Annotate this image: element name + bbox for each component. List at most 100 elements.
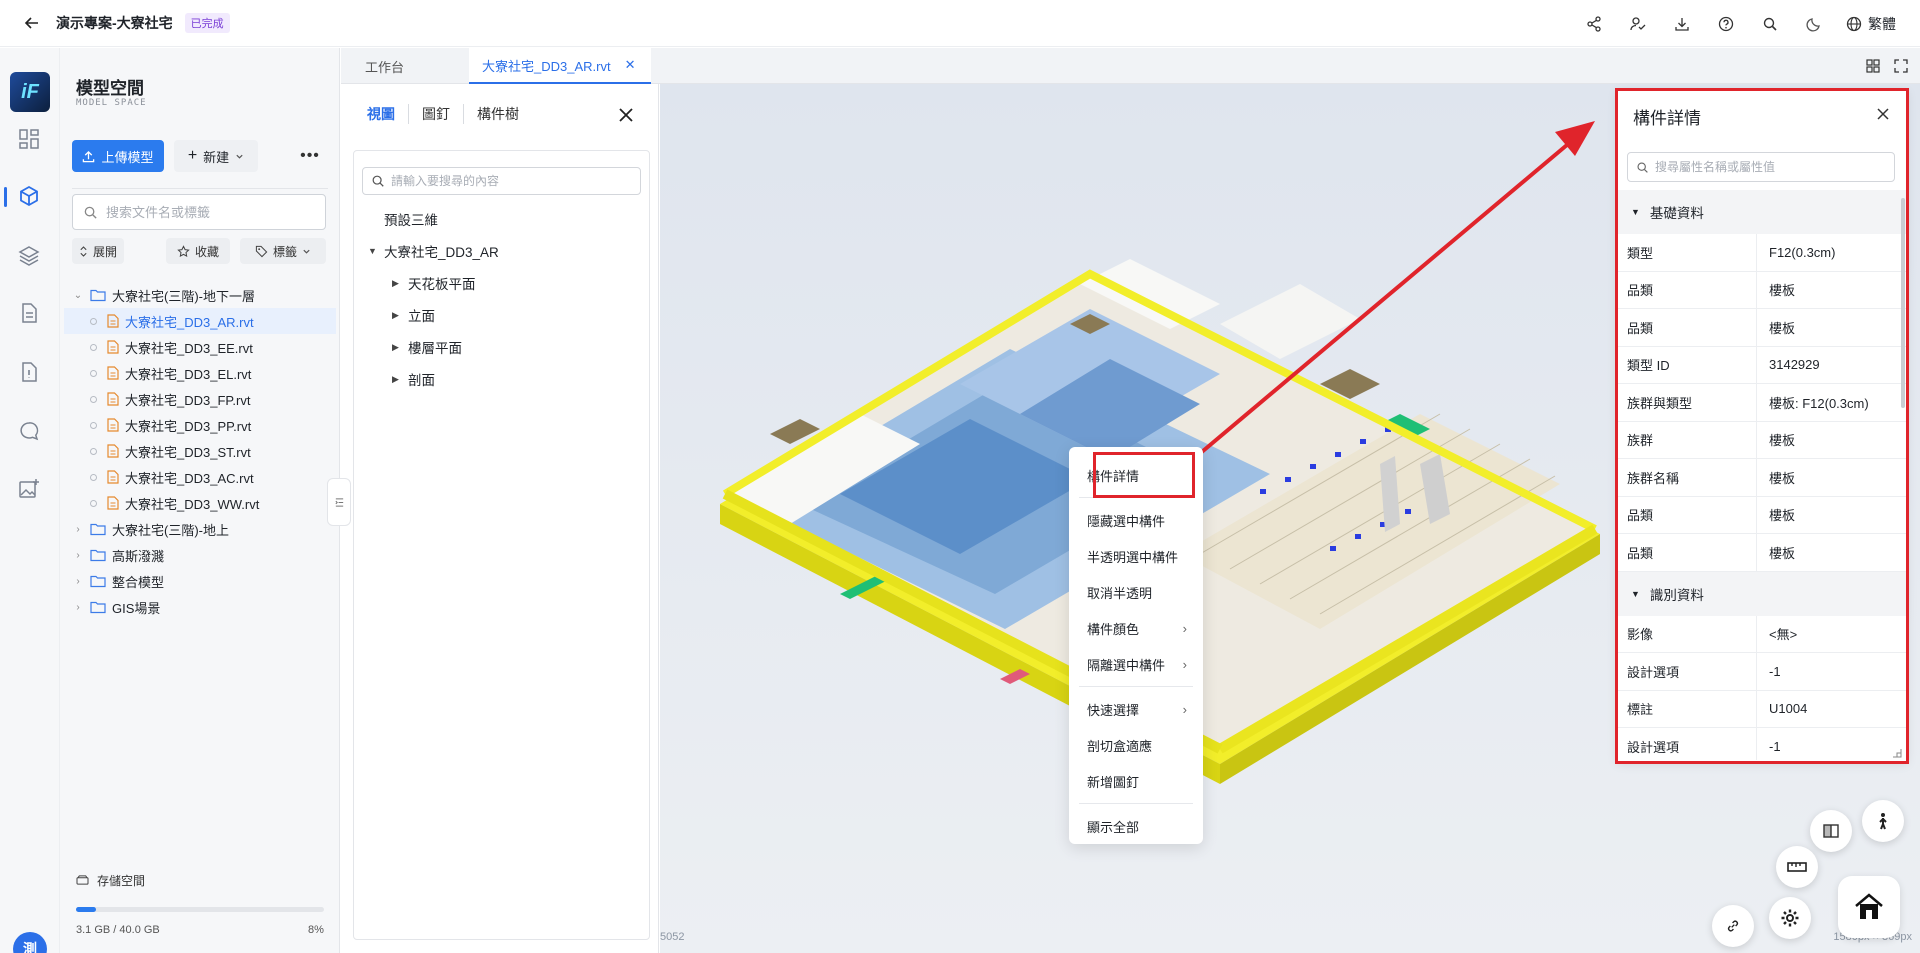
document-icon[interactable]	[18, 302, 42, 326]
close-icon[interactable]	[617, 106, 635, 124]
tree-folder[interactable]: › 整合模型	[60, 568, 340, 594]
tab-component-tree[interactable]: 構件樹	[464, 104, 532, 124]
new-button[interactable]: + 新建	[174, 140, 258, 172]
view-group[interactable]: ▶ 剖面	[354, 363, 651, 395]
view-group[interactable]: ▶ 立面	[354, 299, 651, 331]
section-header[interactable]: ▼ 識別資料	[1617, 571, 1907, 616]
top-bar: 演示專案-大寮社宅 已完成 繁體	[0, 0, 1920, 47]
language-label: 繁體	[1868, 15, 1896, 32]
dashboard-icon[interactable]	[18, 128, 42, 152]
property-key: 品類	[1617, 534, 1757, 571]
close-icon[interactable]: ✕	[625, 57, 636, 73]
menu-item-isolate-selected[interactable]: 隔離選中構件 ›	[1069, 646, 1203, 682]
menu-item-quick-select[interactable]: 快速選擇 ›	[1069, 691, 1203, 727]
more-options-icon[interactable]: •••	[296, 140, 324, 172]
favorite-chip[interactable]: 收藏	[166, 238, 230, 264]
menu-item-label: 取消半透明	[1087, 585, 1153, 601]
measure-button[interactable]	[1776, 846, 1818, 888]
view-group[interactable]: ▶ 天花板平面	[354, 267, 651, 299]
favorite-label: 收藏	[194, 244, 219, 259]
tree-file[interactable]: 大寮社宅_DD3_FP.rvt	[60, 386, 340, 412]
upload-model-button[interactable]: 上傳模型	[72, 140, 164, 172]
menu-item-label: 半透明選中構件	[1087, 549, 1179, 565]
tree-file[interactable]: 大寮社宅_DD3_AC.rvt	[60, 464, 340, 490]
avatar[interactable]: 測	[13, 932, 47, 953]
tree-folder[interactable]: › 高斯潑濺	[60, 542, 340, 568]
settings-button[interactable]	[1769, 897, 1811, 939]
section-view-button[interactable]	[1810, 810, 1852, 852]
tree-file[interactable]: 大寮社宅_DD3_EL.rvt	[60, 360, 340, 386]
dark-mode-icon[interactable]	[1792, 0, 1836, 47]
layers-icon[interactable]	[18, 244, 42, 268]
close-icon[interactable]	[1875, 106, 1891, 122]
menu-item-show-all[interactable]: 顯示全部	[1069, 808, 1203, 844]
tree-file-selected[interactable]: 大寮社宅_DD3_AR.rvt	[64, 308, 336, 334]
chat-icon[interactable]	[18, 420, 42, 444]
tab-label: 工作台	[365, 59, 405, 75]
view-group[interactable]: ▼ 大寮社宅_DD3_AR	[354, 235, 651, 267]
language-switcher[interactable]: 繁體	[1846, 14, 1896, 34]
property-value: 樓板: F12(0.3cm)	[1769, 395, 1869, 411]
file-search-input[interactable]	[106, 204, 306, 220]
status-badge: 已完成	[184, 13, 230, 33]
tree-folder[interactable]: › 大寮社宅(三階)-地上	[60, 516, 340, 542]
search-icon[interactable]	[1748, 0, 1792, 47]
gear-icon	[1781, 909, 1799, 927]
divider	[72, 188, 328, 189]
tags-chip[interactable]: 標籤	[240, 238, 326, 264]
scrollbar[interactable]	[1901, 198, 1905, 408]
tab-pins[interactable]: 圖釘	[409, 104, 464, 124]
tab-views[interactable]: 視圖	[367, 104, 409, 124]
property-search-wrapper	[1627, 152, 1895, 182]
fullscreen-icon[interactable]	[1894, 59, 1908, 73]
tag-icon	[255, 245, 268, 257]
property-search-input[interactable]	[1655, 160, 1875, 174]
home-icon	[1855, 893, 1883, 919]
property-value: -1	[1769, 663, 1781, 679]
tree-folder[interactable]: › GIS場景	[60, 594, 340, 620]
folder-icon	[90, 549, 106, 562]
property-key: 類型 ID	[1617, 346, 1757, 383]
menu-item-hide-selected[interactable]: 隱藏選中構件	[1069, 502, 1203, 538]
download-icon[interactable]	[1660, 0, 1704, 47]
link-button[interactable]	[1712, 905, 1754, 947]
tree-file[interactable]: 大寮社宅_DD3_WW.rvt	[60, 490, 340, 516]
component-details-panel: 構件詳情 ▼ 基礎資料 類型F12(0.3cm) 品類樓板 品類樓板 類型 ID…	[1617, 90, 1907, 762]
view-item[interactable]: 預設三維	[354, 203, 651, 235]
storage-progress-fill	[76, 907, 96, 912]
tree-file-label: 大寮社宅_DD3_EE.rvt	[125, 340, 253, 356]
section-header[interactable]: ▼ 基礎資料	[1617, 190, 1907, 234]
model-space-icon[interactable]	[18, 185, 42, 209]
image-add-icon[interactable]	[18, 478, 42, 502]
view-search-input[interactable]	[391, 174, 631, 188]
menu-item-section-box-fit[interactable]: 剖切盒適應	[1069, 727, 1203, 763]
home-view-button[interactable]	[1838, 876, 1900, 938]
tab-model-file[interactable]: 大寮社宅_DD3_AR.rvt ✕	[469, 48, 651, 84]
split-view-icon[interactable]	[1866, 59, 1880, 73]
upload-icon	[83, 150, 95, 162]
tree-folder-label: 整合模型	[112, 574, 165, 590]
menu-item-component-color[interactable]: 構件顏色 ›	[1069, 610, 1203, 646]
tree-file[interactable]: 大寮社宅_DD3_EE.rvt	[60, 334, 340, 360]
tab-workbench[interactable]: 工作台	[341, 48, 441, 84]
tree-folder[interactable]: ⌄ 大寮社宅(三階)-地下一層	[60, 282, 340, 308]
status-dot-icon	[90, 395, 97, 403]
caret-right-icon: ▶	[392, 309, 399, 320]
back-arrow-icon[interactable]	[24, 15, 40, 31]
share-icon[interactable]	[1572, 0, 1616, 47]
help-icon[interactable]	[1704, 0, 1748, 47]
resize-handle-icon[interactable]	[1892, 745, 1902, 761]
tree-file[interactable]: 大寮社宅_DD3_ST.rvt	[60, 438, 340, 464]
members-icon[interactable]	[1616, 0, 1660, 47]
menu-item-semi-transparent[interactable]: 半透明選中構件	[1069, 538, 1203, 574]
first-person-button[interactable]	[1862, 800, 1904, 842]
menu-item-cancel-transparent[interactable]: 取消半透明	[1069, 574, 1203, 610]
menu-item-component-details[interactable]: 構件詳情	[1069, 457, 1203, 493]
folder-icon	[90, 289, 106, 302]
report-icon[interactable]	[18, 361, 42, 385]
tree-file[interactable]: 大寮社宅_DD3_PP.rvt	[60, 412, 340, 438]
view-group[interactable]: ▶ 樓層平面	[354, 331, 651, 363]
expand-chip[interactable]: 展開	[72, 238, 124, 264]
menu-item-add-pin[interactable]: 新增圖釘	[1069, 763, 1203, 799]
collapse-panel-handle[interactable]	[327, 478, 351, 526]
